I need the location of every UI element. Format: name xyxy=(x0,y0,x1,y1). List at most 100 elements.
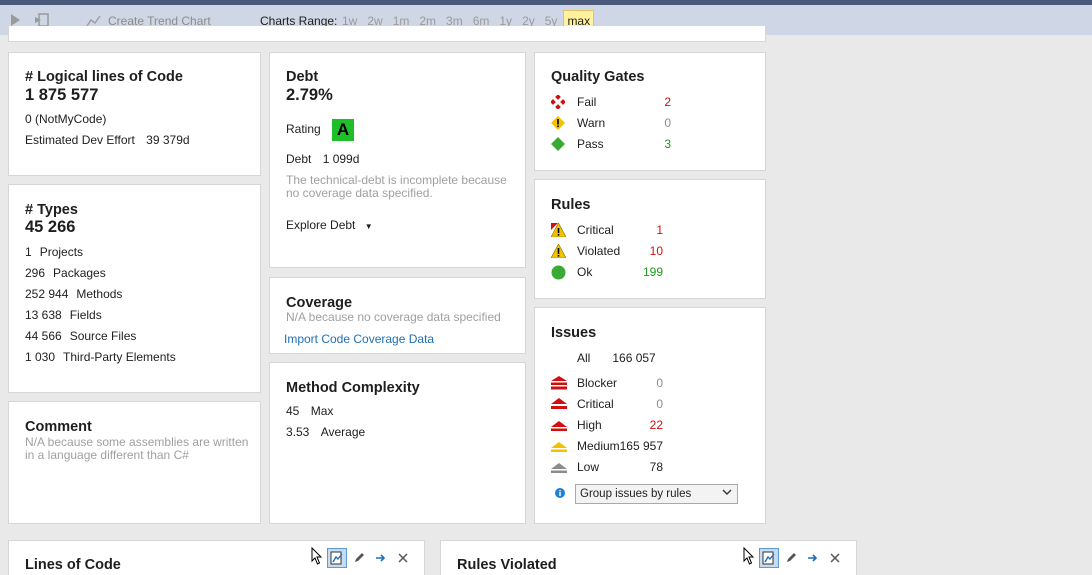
quality-warn-row[interactable]: Warn 0 xyxy=(551,115,671,131)
source-files-count: 44 566 xyxy=(25,329,62,343)
types-fields[interactable]: 13 638 Fields xyxy=(25,308,102,322)
blocker-label: Blocker xyxy=(577,376,618,390)
debt-title: Debt xyxy=(286,69,319,85)
explore-debt-button[interactable]: Explore Debt ▼ xyxy=(286,218,373,232)
rules-ok-value: 199 xyxy=(642,265,663,279)
rules-card: Rules Critical 1 Violated 10 Ok 199 xyxy=(534,179,766,299)
rules-ok-row[interactable]: Ok 199 xyxy=(551,264,663,280)
run-icon[interactable] xyxy=(9,13,23,27)
types-value: 45 266 xyxy=(25,218,76,236)
high-issue-icon xyxy=(551,418,567,432)
medium-issue-label: Medium xyxy=(577,439,620,453)
medium-issue-icon xyxy=(551,439,567,453)
rules-violated-row[interactable]: Violated 10 xyxy=(550,243,663,259)
packages-count: 296 xyxy=(25,266,46,280)
issues-all-value: 166 057 xyxy=(612,351,656,365)
rules-violated-title: Rules Violated xyxy=(457,557,557,573)
complexity-avg-value: 3.53 xyxy=(286,425,310,439)
fail-label: Fail xyxy=(577,95,597,109)
debt-amount-label: Debt xyxy=(286,152,312,166)
projects-count: 1 xyxy=(25,245,32,259)
quality-fail-row[interactable]: Fail 2 xyxy=(550,94,671,110)
rules-ok-label: Ok xyxy=(577,265,593,279)
packages-label: Packages xyxy=(53,266,106,280)
source-files-label: Source Files xyxy=(69,329,137,343)
issues-card: Issues All 166 057 Blocker 0 Critical 0 … xyxy=(534,307,766,524)
issues-medium-row[interactable]: Medium 165 957 xyxy=(551,438,663,454)
critical-rule-icon xyxy=(550,222,567,238)
types-card: # Types 45 266 1 Projects 296 Packages 252… xyxy=(8,184,261,393)
quality-pass-row[interactable]: Pass 3 xyxy=(551,136,671,152)
edit-chart-tool[interactable] xyxy=(759,547,779,568)
issues-high-row[interactable]: High 22 xyxy=(551,417,663,433)
rules-violated-panel: Rules Violated xyxy=(440,540,857,575)
rules-critical-value: 1 xyxy=(656,223,663,237)
explore-debt-label: Explore Debt xyxy=(286,218,356,232)
fields-label: Fields xyxy=(69,308,102,322)
third-party-label: Third-Party Elements xyxy=(63,350,176,364)
types-methods[interactable]: 252 944 Methods xyxy=(25,287,122,301)
low-issue-icon xyxy=(551,460,567,474)
types-packages[interactable]: 296 Packages xyxy=(25,266,106,280)
arrow-right-icon[interactable] xyxy=(371,548,391,568)
issues-all-label: All xyxy=(577,351,591,365)
rules-critical-row[interactable]: Critical 1 xyxy=(550,222,663,238)
dev-effort: Estimated Dev Effort 39 379d xyxy=(25,133,190,147)
comment-card: Comment N/A because some assemblies are … xyxy=(8,401,261,524)
comment-title: Comment xyxy=(25,419,92,435)
types-source-files[interactable]: 44 566 Source Files xyxy=(25,329,136,343)
issues-low-row[interactable]: Low 78 xyxy=(551,459,663,475)
loc-value: 1 875 577 xyxy=(25,86,99,104)
rules-violated-label: Violated xyxy=(577,244,621,258)
rules-panel-tools xyxy=(743,546,845,568)
close-icon[interactable] xyxy=(393,548,413,568)
group-issues-value: Group issues by rules xyxy=(580,488,692,500)
complexity-average[interactable]: 3.53 Average xyxy=(286,425,365,439)
pencil-icon[interactable] xyxy=(349,548,369,568)
rules-critical-label: Critical xyxy=(577,223,614,237)
ok-rule-icon xyxy=(551,265,567,280)
issues-critical-row[interactable]: Critical 0 xyxy=(551,396,663,412)
export-icon[interactable] xyxy=(34,13,49,27)
import-coverage-link[interactable]: Import Code Coverage Data xyxy=(284,332,434,346)
methods-label: Methods xyxy=(76,287,123,301)
group-issues-select[interactable]: Group issues by rules xyxy=(575,484,738,504)
cursor-icon xyxy=(743,546,755,568)
complexity-max[interactable]: 45 Max xyxy=(286,404,333,418)
issues-all-row[interactable]: All 166 057 xyxy=(577,350,656,366)
critical-issue-icon xyxy=(551,397,567,411)
complexity-card: Method Complexity 45 Max 3.53 Average xyxy=(269,362,526,524)
close-icon[interactable] xyxy=(825,548,845,568)
rating-row: Rating A xyxy=(286,119,355,141)
rating-label: Rating xyxy=(286,122,321,137)
previous-card-bottom xyxy=(8,26,766,42)
types-third-party[interactable]: 1 030 Third-Party Elements xyxy=(25,350,176,364)
coverage-card: Coverage N/A because no coverage data sp… xyxy=(269,277,526,354)
high-issue-value: 22 xyxy=(649,418,663,432)
critical-issue-label: Critical xyxy=(577,397,614,411)
warn-label: Warn xyxy=(577,116,606,130)
types-projects[interactable]: 1 Projects xyxy=(25,245,83,259)
lines-of-code-title: Lines of Code xyxy=(25,557,121,573)
debt-amount: Debt 1 099d xyxy=(286,152,359,166)
edit-chart-tool[interactable] xyxy=(327,547,347,568)
pass-value: 3 xyxy=(664,137,671,151)
chevron-down-icon xyxy=(722,488,732,499)
complexity-title: Method Complexity xyxy=(286,380,420,396)
warn-icon xyxy=(551,116,567,130)
complexity-avg-label: Average xyxy=(320,425,366,439)
arrow-right-icon[interactable] xyxy=(803,548,823,568)
debt-amount-value: 1 099d xyxy=(322,152,360,166)
projects-label: Projects xyxy=(39,245,84,259)
fail-value: 2 xyxy=(664,95,671,109)
low-issue-label: Low xyxy=(577,460,600,474)
fields-count: 13 638 xyxy=(25,308,62,322)
fail-icon xyxy=(550,94,567,110)
types-title: # Types xyxy=(25,202,78,218)
comment-note: N/A because some assemblies are written … xyxy=(25,435,249,462)
not-my-code: 0 (NotMyCode) xyxy=(25,112,107,126)
issues-blocker-row[interactable]: Blocker 0 xyxy=(551,375,663,391)
critical-issue-value: 0 xyxy=(656,397,663,411)
pencil-icon[interactable] xyxy=(781,548,801,568)
complexity-max-label: Max xyxy=(310,404,334,418)
